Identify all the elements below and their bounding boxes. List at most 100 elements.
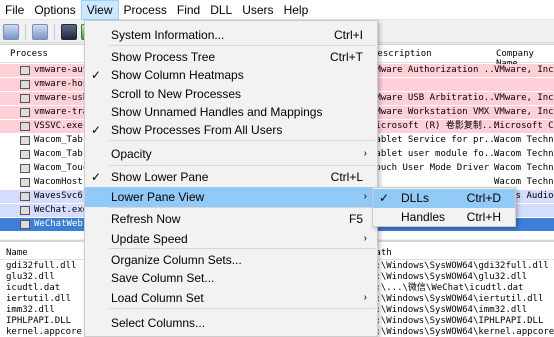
chevron-right-icon: ›	[363, 233, 367, 244]
save-icon[interactable]	[3, 23, 19, 40]
process-name: WacomHost.	[34, 177, 89, 187]
process-name: VSSVC.exe	[34, 121, 83, 131]
menu-item-show-unnamed-handles-and-mappings[interactable]: Show Unnamed Handles and Mappings	[85, 103, 377, 122]
process-company: Wacom Techno	[494, 135, 554, 145]
menu-item-lower-pane-view[interactable]: Lower Pane View ›	[85, 187, 377, 207]
dll-name: gdi32full.dll	[6, 261, 77, 271]
menu-item-opacity[interactable]: Opacity ›	[85, 144, 377, 164]
menu-item-label: Show Lower Pane	[111, 170, 209, 184]
menu-item-label: Organize Column Sets...	[111, 253, 242, 267]
dll-name: iertutil.dll	[6, 294, 72, 304]
menu-item-label: Save Column Set...	[111, 271, 215, 285]
chevron-right-icon: ›	[363, 191, 367, 202]
toolbar-divider	[25, 23, 26, 40]
menu-file[interactable]: File	[0, 0, 29, 20]
menu-separator	[109, 165, 375, 166]
menu-item-shortcut: Ctrl+L	[330, 170, 363, 184]
submenu-item-shortcut: Ctrl+D	[466, 191, 501, 205]
lower-pane-view-submenu: ✓ DLLs Ctrl+D Handles Ctrl+H	[372, 187, 516, 227]
menu-options[interactable]: Options	[29, 0, 80, 20]
menu-item-label: Show Column Heatmaps	[111, 68, 244, 82]
dll-name: icudtl.dat	[6, 283, 61, 293]
process-company: Wacom Techno	[494, 149, 554, 159]
menu-item-refresh-now[interactable]: Refresh Now F5	[85, 210, 377, 229]
process-description: Microsoft (R) 卷影复制...	[370, 121, 499, 131]
menu-view[interactable]: View	[80, 0, 119, 20]
dll-name: IPHLPAPI.DLL	[6, 316, 72, 326]
menu-item-show-lower-pane[interactable]: ✓ Show Lower Pane Ctrl+L	[85, 168, 377, 187]
process-name: Wacom_Tab	[34, 135, 83, 145]
toolbar-divider	[54, 23, 55, 40]
menu-item-show-column-heatmaps[interactable]: ✓ Show Column Heatmaps	[85, 66, 377, 85]
dll-path: C:\...\微信\WeChat\icudtl.dat	[370, 283, 524, 293]
process-description: VMware Authorization ...	[370, 65, 501, 75]
process-company: VMware, Inc.	[494, 107, 554, 117]
checkmark-icon: ✓	[379, 191, 390, 205]
menu-dll[interactable]: DLL	[205, 0, 237, 20]
view-menu: System Information... Ctrl+I Show Process …	[84, 20, 378, 337]
process-icon	[20, 150, 30, 159]
dll-path: C:\Windows\SysWOW64\kernel.appcore.dll	[370, 327, 554, 337]
menu-item-label: Scroll to New Processes	[111, 87, 242, 101]
process-company: VMware, Inc.	[494, 93, 554, 103]
process-description: Touch User Mode Driver	[370, 163, 490, 173]
header-description[interactable]: Description	[372, 49, 432, 59]
menu-help[interactable]: Help	[279, 0, 314, 20]
menu-item-label: Refresh Now	[111, 212, 181, 226]
header-name[interactable]: Name	[6, 248, 28, 258]
process-description: VMware USB Arbitratio...	[370, 93, 501, 103]
menu-item-label: Load Column Set	[111, 291, 204, 305]
submenu-item-label: DLLs	[401, 191, 430, 205]
process-name: WeChatWeb	[34, 219, 83, 229]
chevron-right-icon: ›	[363, 292, 367, 303]
process-icon	[20, 206, 30, 215]
menu-item-update-speed[interactable]: Update Speed ›	[85, 229, 377, 249]
process-icon	[20, 220, 30, 229]
menu-item-scroll-to-new-processes[interactable]: Scroll to New Processes	[85, 85, 377, 104]
menu-bar: File Options View Process Find DLL Users…	[0, 0, 554, 20]
menu-process[interactable]: Process	[119, 0, 172, 20]
system-info-icon[interactable]	[61, 23, 77, 40]
menu-item-label: Show Processes From All Users	[111, 123, 283, 137]
process-name: vmware-tra	[34, 107, 89, 117]
menu-item-show-process-tree[interactable]: Show Process Tree Ctrl+T	[85, 48, 377, 67]
menu-item-label: Show Unnamed Handles and Mappings	[111, 105, 323, 119]
dll-path: C:\Windows\SysWOW64\iertutil.dll	[370, 294, 544, 304]
menu-item-label: System Information...	[111, 28, 225, 42]
menu-item-select-columns[interactable]: Select Columns...	[85, 312, 377, 334]
menu-item-load-column-set[interactable]: Load Column Set ›	[85, 288, 377, 308]
menu-item-show-processes-from-all-users[interactable]: ✓ Show Processes From All Users	[85, 121, 377, 140]
process-company: Microsoft Co	[494, 121, 554, 131]
menu-item-shortcut: Ctrl+I	[333, 28, 363, 42]
submenu-item-handles[interactable]: Handles Ctrl+H	[373, 208, 515, 227]
checkmark-icon: ✓	[91, 123, 102, 137]
dll-name: glu32.dll	[6, 272, 55, 282]
menu-users[interactable]: Users	[237, 0, 278, 20]
dll-name: imm32.dll	[6, 305, 55, 315]
menu-find[interactable]: Find	[172, 0, 205, 20]
menu-item-organize-column-sets[interactable]: Organize Column Sets...	[85, 251, 377, 270]
process-name: Wacom_Tab	[34, 149, 83, 159]
process-icon	[20, 178, 30, 187]
menu-item-system-information[interactable]: System Information... Ctrl+I	[85, 25, 377, 45]
menu-item-label: Update Speed	[111, 232, 188, 246]
menu-item-shortcut: F5	[348, 212, 363, 226]
process-icon	[20, 66, 30, 75]
menu-separator	[109, 140, 375, 141]
submenu-item-label: Handles	[401, 210, 446, 224]
process-icon	[20, 80, 30, 89]
process-description: Tablet user module fo...	[370, 149, 501, 159]
header-process[interactable]: Process	[10, 49, 48, 59]
refresh-icon[interactable]	[32, 23, 48, 40]
submenu-item-dlls[interactable]: ✓ DLLs Ctrl+D	[373, 189, 515, 208]
submenu-item-shortcut: Ctrl+H	[466, 210, 501, 224]
menu-separator	[109, 308, 375, 309]
process-icon	[20, 108, 30, 117]
process-company: VMware, Inc.	[494, 65, 554, 75]
menu-item-save-column-set[interactable]: Save Column Set...	[85, 269, 377, 288]
process-name: Wacom_Touc	[34, 163, 89, 173]
dll-path: C:\Windows\SysWOW64\imm32.dll	[370, 305, 528, 315]
menu-item-label: Lower Pane View	[111, 190, 205, 204]
menu-item-label: Select Columns...	[111, 316, 206, 330]
process-company: Wacom Techno	[494, 163, 554, 173]
